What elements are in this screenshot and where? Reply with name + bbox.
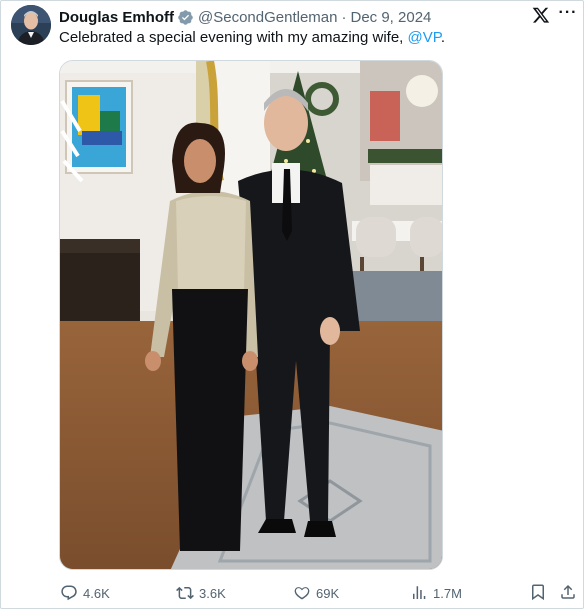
views-button[interactable]: 1.7M (410, 582, 462, 604)
more-options-icon[interactable]: ··· (557, 4, 579, 24)
like-count: 69K (316, 585, 340, 601)
heart-icon (294, 587, 310, 600)
tweet-text-end: . (440, 29, 445, 46)
verified-badge-icon (178, 9, 193, 25)
author-avatar[interactable] (11, 5, 51, 45)
mention-link[interactable]: @VP (408, 29, 441, 46)
repost-count: 3.6K (199, 585, 226, 601)
like-button[interactable]: 69K (293, 582, 339, 604)
author-handle[interactable]: @SecondGentleman (198, 9, 337, 26)
reply-count: 4.6K (83, 585, 110, 601)
tweet-text: Celebrated a special evening with my ama… (59, 28, 445, 48)
views-count: 1.7M (433, 585, 462, 601)
views-chart-icon (413, 586, 426, 599)
tweet-date[interactable]: Dec 9, 2024 (350, 9, 431, 26)
share-icon[interactable] (559, 583, 577, 601)
tweet-photo[interactable] (59, 60, 443, 570)
bookmark-icon[interactable] (529, 583, 547, 601)
tweet-text-body: Celebrated a special evening with my ama… (59, 29, 408, 46)
photo-couple-image (60, 61, 442, 569)
author-name[interactable]: Douglas Emhoff (59, 9, 174, 26)
x-logo-icon[interactable] (532, 6, 550, 24)
tweet-header: Douglas Emhoff @SecondGentleman · Dec 9,… (59, 7, 431, 27)
repost-icon (176, 586, 194, 600)
reply-button[interactable]: 4.6K (60, 582, 110, 604)
reply-icon (61, 585, 77, 601)
repost-button[interactable]: 3.6K (176, 582, 226, 604)
tweet-actions: 4.6K 3.6K 69K 1.7M (0, 582, 584, 604)
avatar-image (11, 5, 51, 45)
header-separator: · (341, 8, 347, 26)
